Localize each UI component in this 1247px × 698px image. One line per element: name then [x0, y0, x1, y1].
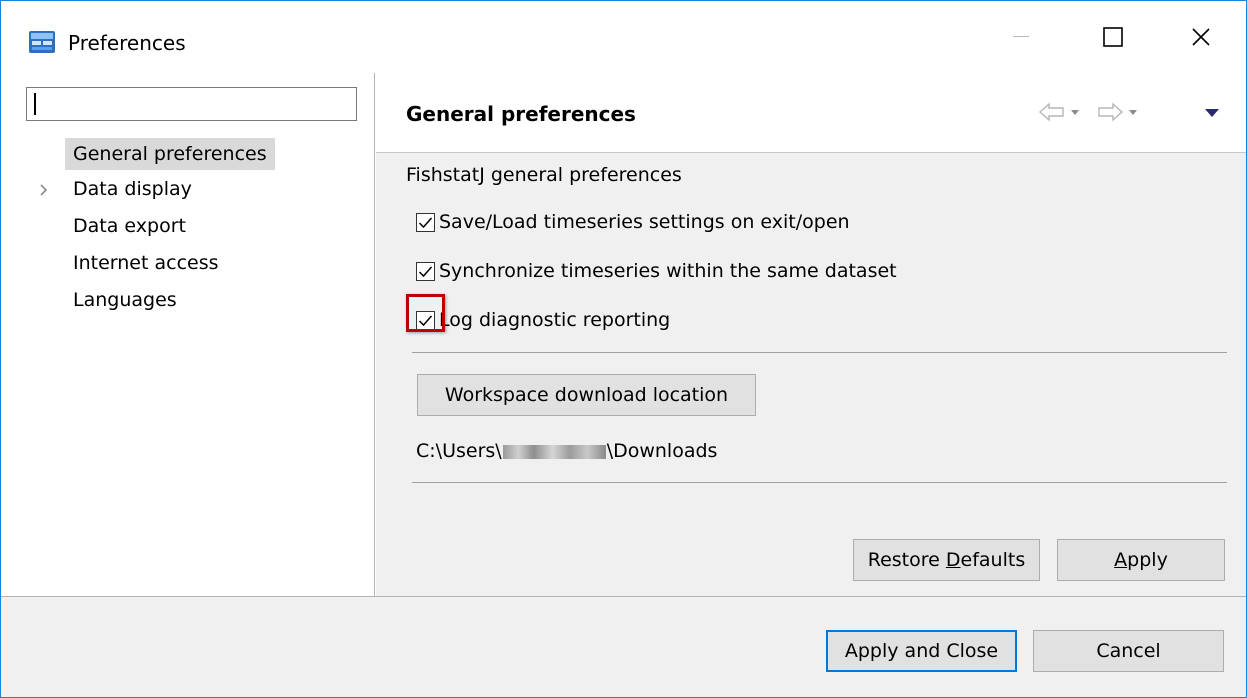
synchronize-checkbox[interactable] [416, 261, 435, 281]
download-path: C:\Users\ \Downloads [416, 437, 717, 465]
dialog-content: General preferences Data display Data ex… [1, 73, 1246, 596]
highlight-box [406, 294, 445, 332]
path-prefix: C:\Users\ [416, 440, 502, 462]
save-load-checkbox[interactable] [416, 212, 435, 232]
text-caret [34, 93, 36, 115]
workspace-download-location-button[interactable]: Workspace download location [417, 374, 756, 416]
tree-item-data-export[interactable]: Data export [65, 210, 194, 242]
maximize-button[interactable] [1073, 1, 1153, 73]
close-icon [1192, 28, 1210, 46]
apply-button[interactable]: Apply [1057, 539, 1225, 581]
checkbox-row-synchronize[interactable]: Synchronize timeseries within the same d… [416, 256, 897, 286]
tree-item-label: Data display [73, 178, 192, 200]
dropdown-arrow-icon [1129, 110, 1137, 115]
filter-input[interactable] [26, 87, 357, 121]
separator [412, 482, 1227, 483]
page-title: General preferences [406, 102, 636, 126]
checkbox-row-log-diagnostic[interactable]: Log diagnostic reporting [416, 305, 670, 335]
tree-item-internet-access[interactable]: Internet access [65, 247, 227, 279]
path-suffix: \Downloads [606, 440, 718, 462]
tree-item-label: General preferences [73, 143, 267, 165]
tree-item-label: Data export [73, 215, 186, 237]
preference-page: General preferences FishstatJ general pr… [376, 73, 1246, 596]
checkbox-row-save-load[interactable]: Save/Load timeseries settings on exit/op… [416, 207, 850, 237]
checkmark-icon [418, 217, 433, 228]
preferences-window: Preferences General preferences Data dis… [0, 0, 1247, 698]
title-bar[interactable]: Preferences [1, 1, 1246, 73]
button-label: Apply and Close [844, 640, 999, 662]
page-header: General preferences [376, 73, 1246, 153]
apply-and-close-button[interactable]: Apply and Close [826, 630, 1017, 672]
back-arrow-icon [1038, 102, 1064, 122]
forward-nav[interactable] [1096, 95, 1142, 129]
checkbox-label: Save/Load timeseries settings on exit/op… [439, 211, 850, 233]
section-label: FishstatJ general preferences [406, 164, 682, 186]
button-label: Workspace download location [444, 384, 729, 406]
separator [412, 352, 1227, 353]
forward-arrow-icon [1098, 102, 1124, 122]
checkbox-label: Synchronize timeseries within the same d… [439, 260, 897, 282]
close-button[interactable] [1161, 1, 1241, 73]
tree-item-languages[interactable]: Languages [65, 284, 185, 316]
view-menu-icon[interactable] [1202, 103, 1222, 123]
restore-defaults-label: Restore Defaults [867, 549, 1026, 571]
cancel-button[interactable]: Cancel [1033, 630, 1224, 672]
redacted-username [502, 444, 606, 459]
tree-item-label: Internet access [73, 252, 219, 274]
minimize-button[interactable] [981, 1, 1061, 73]
tree-item-label: Languages [73, 289, 177, 311]
checkbox-label: Log diagnostic reporting [439, 309, 671, 331]
preferences-tree-pane: General preferences Data display Data ex… [1, 73, 375, 596]
dropdown-arrow-icon [1071, 110, 1079, 115]
checkmark-icon [418, 266, 433, 277]
tree-item-general-preferences[interactable]: General preferences [65, 138, 275, 170]
maximize-icon [1103, 27, 1123, 47]
chevron-right-icon[interactable] [36, 181, 52, 199]
preferences-app-icon [29, 31, 55, 53]
window-title: Preferences [68, 31, 186, 55]
restore-defaults-button[interactable]: Restore Defaults [853, 539, 1040, 581]
dialog-button-bar: Apply and Close Cancel [1, 596, 1246, 697]
minimize-icon [1013, 36, 1029, 37]
apply-label: Apply [1114, 549, 1168, 571]
tree-item-data-display[interactable]: Data display [65, 173, 200, 205]
back-nav[interactable] [1038, 95, 1084, 129]
button-label: Cancel [1096, 640, 1161, 662]
